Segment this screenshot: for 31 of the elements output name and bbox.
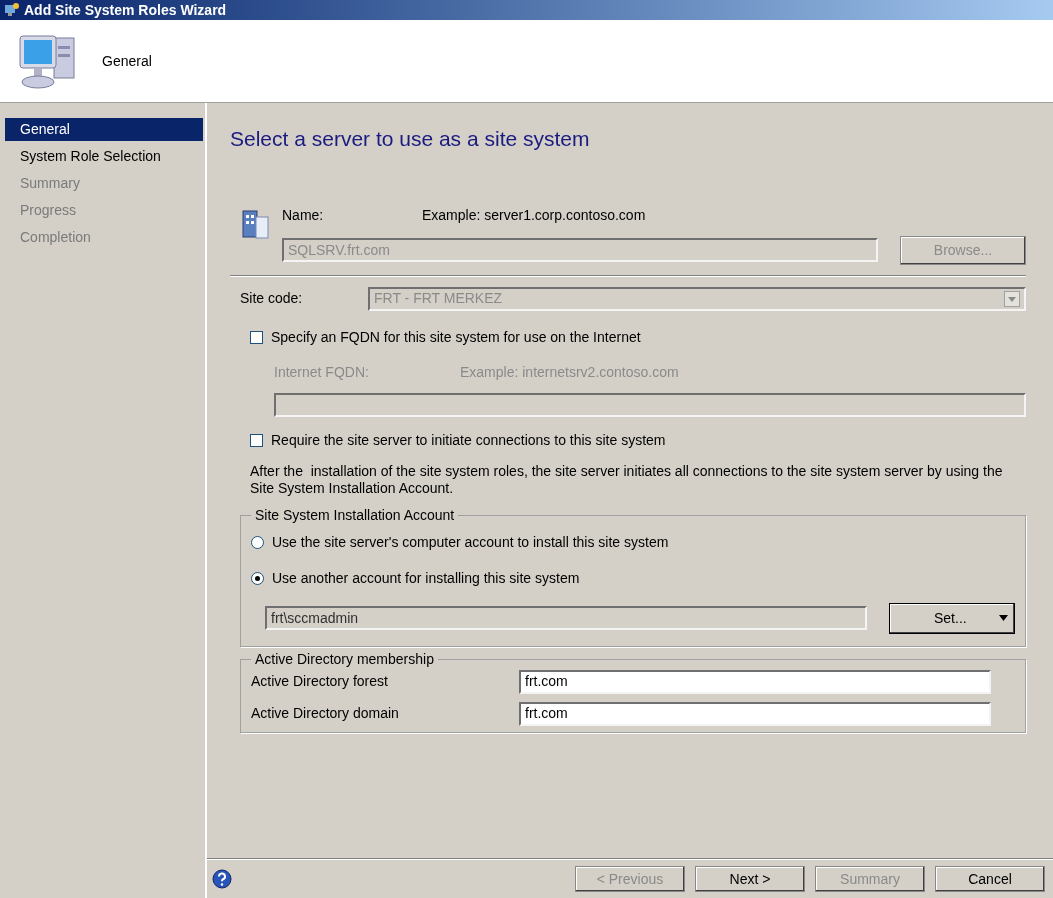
window-title: Add Site System Roles Wizard [24,0,227,20]
ad-field[interactable]: frt.com [519,701,991,726]
help-icon[interactable] [212,869,232,889]
group-title: Site System Installation Account [254,505,456,525]
wizard-step[interactable]: System Role Selection [5,145,203,168]
set-button[interactable]: Set... [889,602,1015,634]
ad-field-label: Active Directory domain [251,704,400,723]
radio-label: Use another account for installing this site system [272,568,580,588]
checkbox-label: Specify an FQDN for this site system for use on the Internet [271,327,641,347]
wizard-step[interactable]: General [5,118,203,141]
group-title: Active Directory membership [254,649,435,669]
connection-note: After the installation of the site system roles, the site server initiates all connections to the site system server by using the Site System Installation Account. [249,462,1004,497]
ad-field-label: Active Directory forest [251,672,389,691]
radio-label: Use the site server's computer account to install this site system [272,532,669,552]
account-field[interactable]: frt\sccmadmin [265,606,867,630]
radio-button[interactable] [251,571,264,585]
header-title: General [102,51,152,71]
internet-fqdn-example: Example: internetsrv2.contoso.com [460,362,679,382]
name-label: Name: [282,205,325,225]
ad-field[interactable]: frt.com [519,669,991,694]
wizard-button[interactable]: Next > [695,866,805,892]
page-title: Select a server to use as a site system [230,126,591,152]
wizard-button[interactable]: Cancel [935,866,1045,892]
radio-button[interactable] [251,535,264,549]
checkbox-label: Require the site server to initiate connections to this site system [271,430,666,450]
site-code-label: Site code: [240,289,304,308]
name-example: Example: server1.corp.contoso.com [422,205,646,225]
internet-fqdn-label: Internet FQDN: [274,362,370,382]
checkbox[interactable] [250,433,263,447]
wizard-icon [4,2,20,18]
caret-icon [999,615,1008,621]
